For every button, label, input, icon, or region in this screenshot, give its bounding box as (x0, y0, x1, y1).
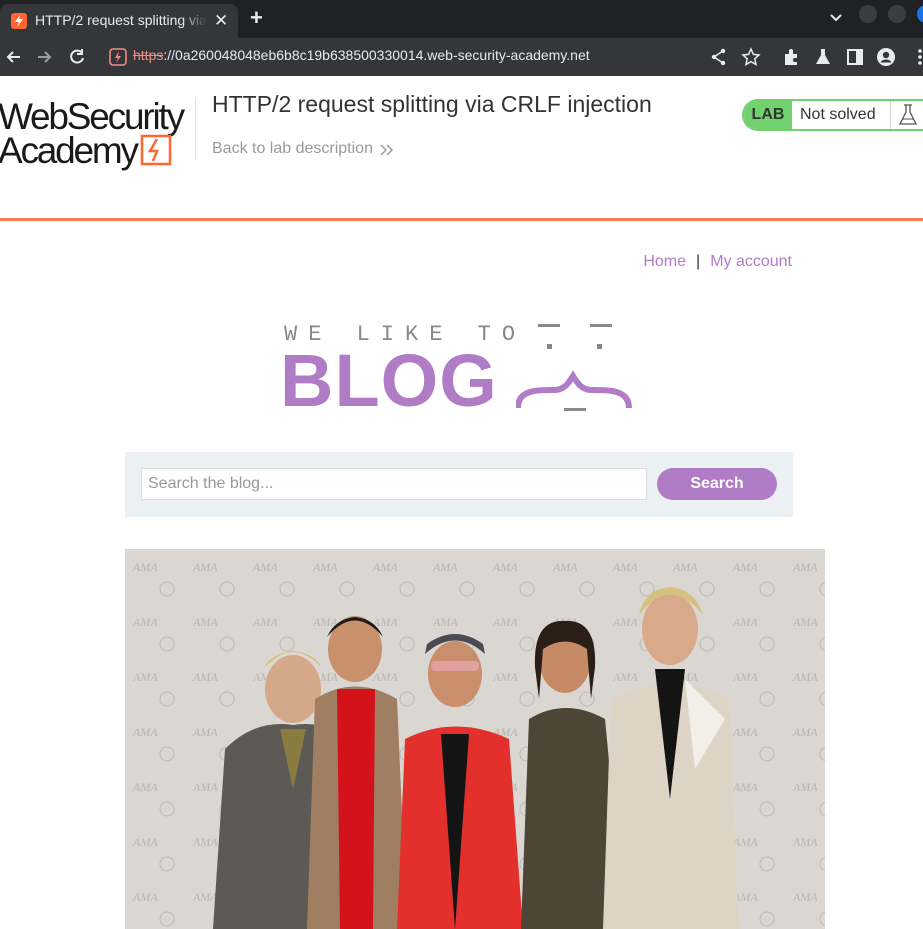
share-icon[interactable] (709, 47, 729, 67)
window-minimize-icon[interactable] (859, 5, 877, 23)
forward-arrow-icon[interactable] (34, 47, 54, 67)
flask-icon (898, 104, 918, 125)
band-photo: AMA (125, 549, 825, 929)
extensions-icon[interactable] (781, 47, 801, 67)
nav-my-account-link[interactable]: My account (710, 253, 792, 270)
browser-tab-strip: HTTP/2 request splitting via CRLF inject… (0, 0, 923, 38)
bookmark-star-icon[interactable] (741, 47, 761, 67)
lab-header: WebSecurity Academy HTTP/2 request split… (0, 76, 923, 221)
side-panel-icon[interactable] (845, 47, 865, 67)
lab-status-text: Not solved (800, 106, 876, 123)
double-chevron-right-icon (380, 144, 394, 156)
window-maximize-icon[interactable] (888, 5, 906, 23)
url-host: ://0a260048048eb6b8c19b638500330014.web-… (163, 47, 590, 63)
banner-title: BLOG (280, 339, 498, 422)
reload-icon[interactable] (67, 47, 87, 67)
window-close-icon[interactable] (917, 5, 923, 23)
browser-menu-icon[interactable] (910, 47, 923, 67)
header-divider (195, 98, 196, 160)
nav-home-link[interactable]: Home (643, 253, 686, 270)
lab-title: HTTP/2 request splitting via CRLF inject… (212, 91, 652, 117)
search-input[interactable] (141, 468, 647, 500)
blog-post-image[interactable]: AMA (125, 549, 825, 929)
site-info-icon[interactable] (108, 47, 128, 67)
web-security-academy-logo[interactable]: WebSecurity Academy (0, 96, 195, 171)
labs-flask-icon[interactable] (813, 47, 833, 67)
header-accent-rule (0, 218, 923, 221)
back-arrow-icon[interactable] (4, 47, 24, 67)
nav-separator: | (696, 253, 701, 270)
new-tab-icon[interactable]: + (250, 5, 263, 31)
search-panel: Search (125, 452, 793, 517)
profile-avatar-icon[interactable] (876, 47, 896, 67)
blog-banner: WE LIKE TO BLOG (280, 318, 640, 418)
search-button[interactable]: Search (657, 468, 777, 500)
back-to-lab-description-link[interactable]: Back to lab description (212, 140, 373, 158)
blog-face-icon (516, 324, 632, 411)
browser-toolbar: https://0a260048048eb6b8c19b638500330014… (0, 38, 923, 76)
favicon-icon (11, 13, 27, 29)
lab-status-flask (890, 101, 923, 129)
tab-close-icon[interactable]: ✕ (214, 11, 228, 31)
lab-badge: LAB (744, 101, 792, 129)
browser-tab[interactable]: HTTP/2 request splitting via CRLF inject… (0, 4, 238, 38)
lab-status-widget: LAB Not solved (742, 99, 923, 131)
tab-title: HTTP/2 request splitting via CRLF inject… (35, 12, 207, 28)
logo-line2: Academy (0, 130, 140, 171)
url-text[interactable]: https://0a260048048eb6b8c19b638500330014… (133, 47, 590, 63)
tab-search-chevron-icon[interactable] (827, 8, 845, 26)
url-scheme: https (133, 47, 164, 63)
top-nav: Home | My account (643, 253, 792, 271)
